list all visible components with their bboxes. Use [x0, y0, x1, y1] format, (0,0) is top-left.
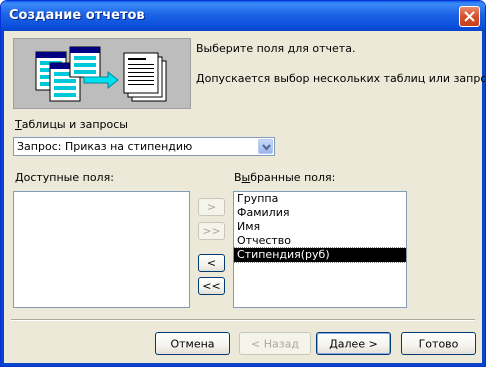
cancel-button[interactable]: Отмена: [155, 332, 230, 355]
dropdown-button[interactable]: [258, 139, 273, 154]
tables-queries-value: Запрос: Приказ на стипендию: [17, 140, 193, 153]
available-fields-list[interactable]: [13, 191, 190, 308]
available-fields-label: Доступные поля:: [15, 171, 114, 184]
finish-button[interactable]: Готово: [401, 332, 476, 355]
window-frame-left: [1, 31, 4, 366]
window-title: Создание отчетов: [9, 8, 145, 23]
table-icon: [35, 46, 101, 102]
chevron-down-icon: [262, 144, 271, 151]
report-wizard-window: Создание отчетов Выберите поля для отчет…: [0, 0, 486, 367]
list-item[interactable]: Фамилия: [234, 206, 406, 220]
next-button[interactable]: Далее >: [316, 332, 391, 355]
list-item-selected[interactable]: Стипендия(руб): [233, 247, 407, 263]
list-item[interactable]: Имя: [234, 220, 406, 234]
report-wizard-illustration: [13, 38, 191, 109]
selected-fields-label: Выбранные поля:: [234, 171, 336, 184]
remove-all-fields-button[interactable]: <<: [198, 277, 225, 295]
add-field-button[interactable]: >: [198, 198, 225, 216]
separator: [11, 319, 475, 321]
close-icon: [464, 11, 475, 22]
back-button[interactable]: < Назад: [239, 332, 311, 355]
tables-queries-dropdown[interactable]: Запрос: Приказ на стипендию: [13, 137, 275, 156]
add-all-fields-button[interactable]: >>: [198, 222, 225, 240]
instruction-text: Выберите поля для отчета.: [196, 42, 356, 55]
remove-field-button[interactable]: <: [198, 254, 225, 272]
window-frame-bottom: [1, 363, 485, 366]
tables-queries-label: Таблицы и запросы: [15, 118, 128, 131]
report-pages-icon: [123, 52, 167, 102]
close-button[interactable]: [459, 6, 480, 27]
title-bar[interactable]: Создание отчетов: [1, 1, 485, 31]
list-item[interactable]: Отчество: [234, 234, 406, 248]
instruction-hint: Допускается выбор нескольких таблиц или …: [196, 72, 486, 85]
list-item[interactable]: Группа: [234, 192, 406, 206]
selected-fields-list[interactable]: Группа Фамилия Имя Отчество Стипендия(ру…: [233, 191, 407, 308]
